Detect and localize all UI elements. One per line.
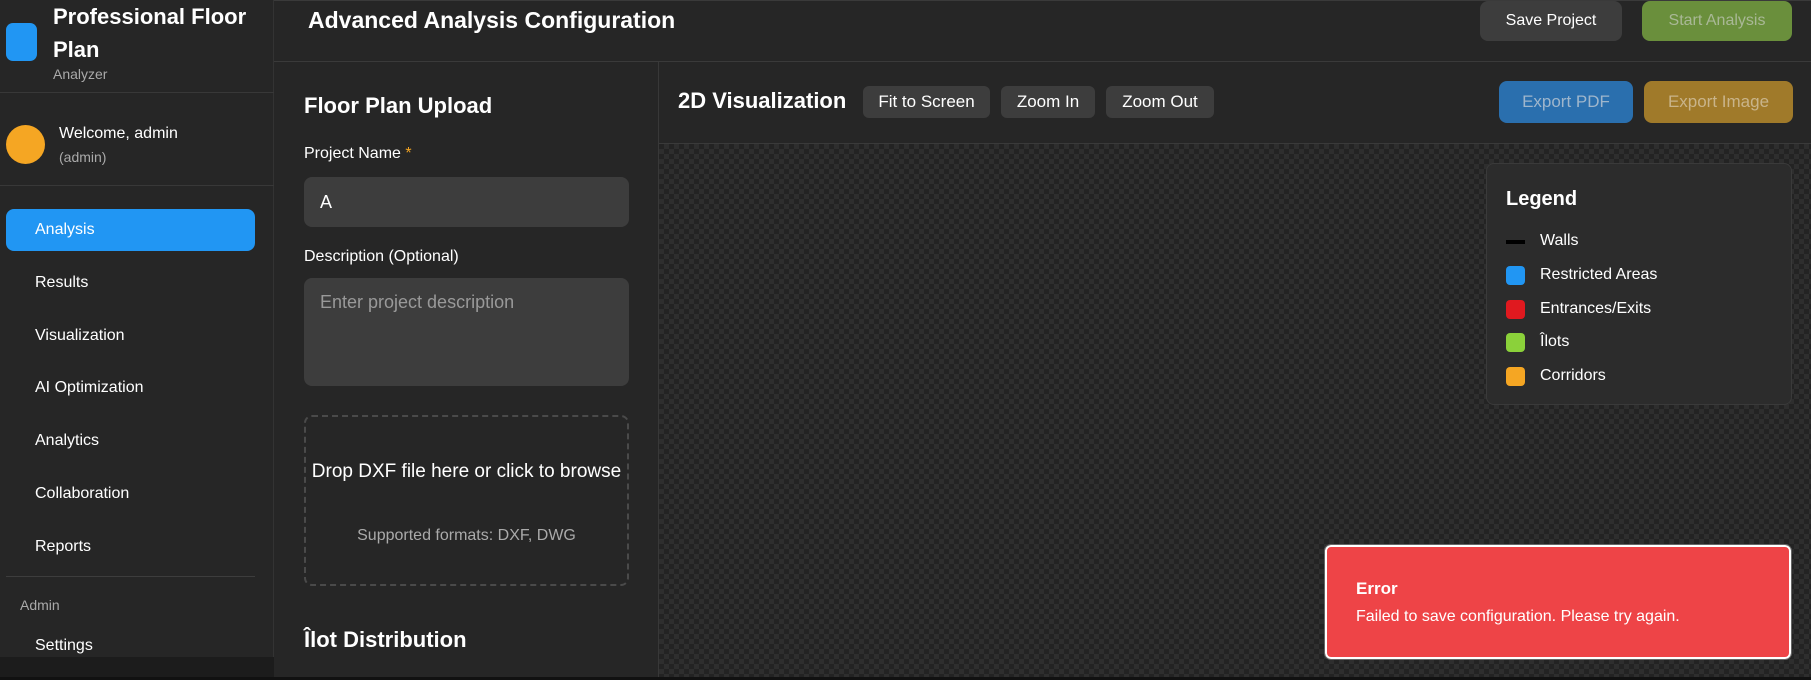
upload-panel: Floor Plan Upload Project Name * Descrip… [274,62,659,680]
error-toast[interactable]: Error Failed to save configuration. Plea… [1324,544,1792,660]
export-pdf-button[interactable]: Export PDF [1499,81,1633,123]
legend-label: Walls [1540,232,1579,249]
project-name-label-text: Project Name [304,145,401,162]
project-name-label: Project Name * [304,145,412,163]
zoom-in-button[interactable]: Zoom In [1001,86,1095,118]
legend-title: Legend [1506,188,1578,210]
sidebar-section-admin: Admin [20,597,60,613]
sidebar-item-results[interactable]: Results [6,262,255,304]
legend-label: Entrances/Exits [1540,300,1652,317]
legend-item-ilots: Îlots [1506,331,1776,353]
upload-panel-title: Floor Plan Upload [304,93,493,118]
project-name-input[interactable] [304,177,629,227]
sidebar-item-analytics[interactable]: Analytics [6,420,255,462]
toast-title: Error [1356,579,1398,598]
restricted-areas-swatch [1506,266,1525,285]
legend-panel: Legend Walls Restricted Areas Entrances/… [1486,163,1792,405]
export-image-button[interactable]: Export Image [1644,81,1793,123]
sidebar-divider [6,576,255,577]
file-dropzone[interactable]: Drop DXF file here or click to browse Su… [304,415,629,586]
app-subtitle: Analyzer [53,66,108,82]
entrances-exits-swatch [1506,300,1525,319]
visualization-title: 2D Visualization [678,88,847,113]
app-logo [6,23,37,61]
ilot-distribution-title: Îlot Distribution [304,627,467,652]
supported-formats-text: Supported formats: DXF, DWG [357,527,576,544]
dropzone-text: Drop DXF file here or click to browse [311,461,622,482]
brand: Professional Floor Plan Analyzer [0,0,274,93]
page-title: Advanced Analysis Configuration [308,7,676,33]
save-project-button[interactable]: Save Project [1480,1,1622,41]
top-header: Advanced Analysis Configuration Save Pro… [274,0,1811,62]
user-role: (admin) [59,149,107,165]
sidebar-item-reports[interactable]: Reports [6,526,255,568]
legend-label: Corridors [1540,367,1606,384]
legend-label: Îlots [1540,333,1570,350]
legend-label: Restricted Areas [1540,266,1658,283]
app-window: Professional Floor Plan Analyzer Welcome… [0,0,1811,680]
user-panel: Welcome, admin (admin) [0,93,274,186]
legend-item-restricted-areas: Restricted Areas [1506,264,1776,286]
visualization-toolbar: 2D Visualization Fit to Screen Zoom In Z… [659,62,1811,144]
zoom-out-button[interactable]: Zoom Out [1106,86,1214,118]
fit-to-screen-button[interactable]: Fit to Screen [863,86,990,118]
ilots-swatch [1506,333,1525,352]
legend-item-corridors: Corridors [1506,365,1776,387]
start-analysis-button[interactable]: Start Analysis [1642,1,1792,41]
sidebar-item-ai-optimization[interactable]: AI Optimization [6,367,255,409]
app-title: Professional Floor Plan [53,4,247,62]
required-marker: * [405,145,412,162]
corridors-swatch [1506,367,1525,386]
sidebar-item-analysis[interactable]: Analysis [6,209,255,251]
sidebar-item-visualization[interactable]: Visualization [6,315,255,357]
description-textarea[interactable] [304,278,629,386]
user-welcome: Welcome, admin [59,125,178,142]
walls-swatch [1506,240,1525,244]
description-label: Description (Optional) [304,248,459,265]
sidebar: Professional Floor Plan Analyzer Welcome… [0,0,274,680]
legend-item-walls: Walls [1506,230,1776,252]
sidebar-item-collaboration[interactable]: Collaboration [6,473,255,515]
toast-message: Failed to save configuration. Please try… [1356,608,1680,625]
avatar [6,125,45,164]
legend-item-entrances-exits: Entrances/Exits [1506,298,1776,320]
